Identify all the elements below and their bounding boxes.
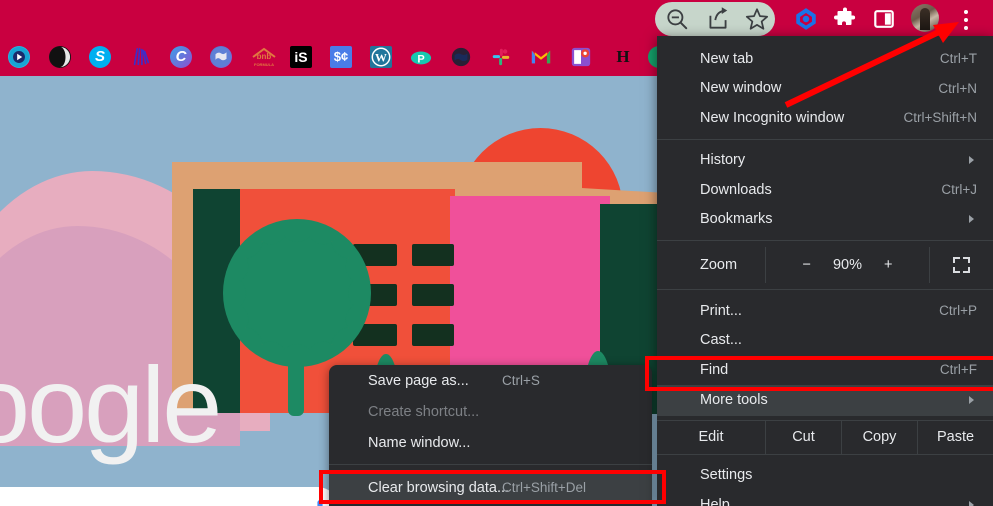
- bookmark-istock[interactable]: iS: [290, 46, 312, 68]
- doodle-window: [412, 324, 454, 346]
- zoom-controls: − 90% +: [765, 247, 929, 283]
- submenu-item-save-page-as[interactable]: Save page as... Ctrl+S: [329, 365, 652, 396]
- menu-separator: [657, 240, 993, 241]
- menu-separator: [657, 138, 993, 140]
- bookmark-skype[interactable]: S: [89, 46, 111, 68]
- bookmark-globe[interactable]: [49, 46, 71, 68]
- bookmark-currency[interactable]: $¢: [330, 46, 352, 68]
- svg-text:bnb: bnb: [257, 52, 272, 61]
- more-tools-submenu: Save page as... Ctrl+S Create shortcut..…: [329, 365, 652, 506]
- zoom-in-button[interactable]: +: [884, 257, 892, 273]
- fullscreen-icon: [953, 257, 970, 273]
- bookmark-slack[interactable]: [490, 46, 512, 68]
- bookmark-pcloud[interactable]: P: [410, 46, 432, 68]
- menu-item-more-tools[interactable]: More tools: [657, 384, 993, 416]
- chevron-right-icon: [969, 215, 974, 224]
- bookmark-gmail[interactable]: [530, 46, 552, 68]
- menu-item-print[interactable]: Print... Ctrl+P: [657, 296, 993, 326]
- submenu-item-create-shortcut[interactable]: Create shortcut...: [329, 396, 652, 427]
- copy-button[interactable]: Copy: [841, 420, 917, 454]
- cut-button[interactable]: Cut: [765, 420, 841, 454]
- submenu-label: Clear browsing data...: [368, 479, 510, 496]
- zoom-level-value: 90%: [832, 257, 863, 273]
- menu-edit-row: Edit Cut Copy Paste: [657, 420, 993, 454]
- menu-item-cast[interactable]: Cast...: [657, 326, 993, 356]
- menu-shortcut: Ctrl+P: [939, 303, 977, 319]
- svg-text:W: W: [375, 51, 387, 65]
- menu-separator: [657, 453, 993, 455]
- fullscreen-button[interactable]: [929, 247, 993, 283]
- submenu-shortcut: Ctrl+S: [502, 373, 540, 388]
- google-logo-text: oogle: [0, 344, 222, 465]
- microphone-icon[interactable]: [313, 500, 327, 506]
- submenu-label: Name window...: [368, 434, 471, 451]
- menu-item-settings[interactable]: Settings: [657, 461, 993, 491]
- menu-separator: [657, 289, 993, 290]
- menu-label: Settings: [700, 467, 753, 484]
- menu-item-downloads[interactable]: Downloads Ctrl+J: [657, 175, 993, 205]
- bookmark-world[interactable]: [210, 46, 232, 68]
- zoom-label: Zoom: [700, 257, 738, 273]
- bookmark-wordpress[interactable]: W: [370, 46, 392, 68]
- bookmark-h[interactable]: H: [612, 46, 634, 68]
- submenu-separator: [329, 464, 652, 465]
- menu-item-help[interactable]: Help: [657, 490, 993, 506]
- menu-label: History: [700, 152, 746, 169]
- submenu-item-name-window[interactable]: Name window...: [329, 427, 652, 458]
- submenu-shortcut: Ctrl+Shift+Del: [502, 480, 587, 495]
- paste-button[interactable]: Paste: [917, 420, 993, 454]
- submenu-label: Create shortcut...: [368, 403, 480, 420]
- submenu-item-clear-browsing-data[interactable]: Clear browsing data... Ctrl+Shift+Del: [329, 471, 652, 504]
- chevron-right-icon: [969, 396, 974, 404]
- menu-item-bookmarks[interactable]: Bookmarks: [657, 205, 993, 235]
- doodle-window: [412, 244, 454, 266]
- zoom-out-button[interactable]: −: [803, 257, 811, 273]
- menu-zoom-row: Zoom − 90% +: [657, 247, 993, 283]
- menu-label: Print...: [700, 302, 742, 319]
- zoom-out-icon[interactable]: [664, 6, 690, 32]
- menu-item-history[interactable]: History: [657, 146, 993, 176]
- doodle-window: [412, 284, 454, 306]
- google-search-box[interactable]: [0, 487, 340, 506]
- annotation-arrow: [784, 22, 959, 108]
- svg-text:P: P: [417, 54, 424, 66]
- bookmark-brush[interactable]: [130, 46, 152, 68]
- menu-label: More tools: [700, 392, 768, 408]
- menu-label: Help: [700, 496, 730, 506]
- chevron-right-icon: [969, 500, 974, 506]
- edit-label: Edit: [698, 429, 724, 445]
- svg-text:FORMULA: FORMULA: [254, 62, 274, 67]
- bookmark-dark-globe[interactable]: [450, 46, 472, 68]
- menu-label: Cast...: [700, 332, 742, 349]
- menu-label: Downloads: [700, 181, 772, 198]
- chevron-right-icon: [969, 156, 974, 165]
- menu-shortcut: Ctrl+J: [941, 182, 977, 198]
- bookmark-bnb-formula[interactable]: bnb FORMULA: [249, 46, 279, 68]
- menu-item-find[interactable]: Find Ctrl+F: [657, 355, 993, 385]
- bookmark-c[interactable]: C: [170, 46, 192, 68]
- doodle-palm-leaves: [223, 219, 371, 367]
- submenu-label: Save page as...: [368, 372, 469, 389]
- bookmark-play[interactable]: [8, 46, 30, 68]
- menu-shortcut: Ctrl+F: [939, 362, 977, 378]
- menu-label: Find: [700, 361, 729, 378]
- bookmark-maps[interactable]: [570, 46, 592, 68]
- menu-label: Bookmarks: [700, 211, 773, 228]
